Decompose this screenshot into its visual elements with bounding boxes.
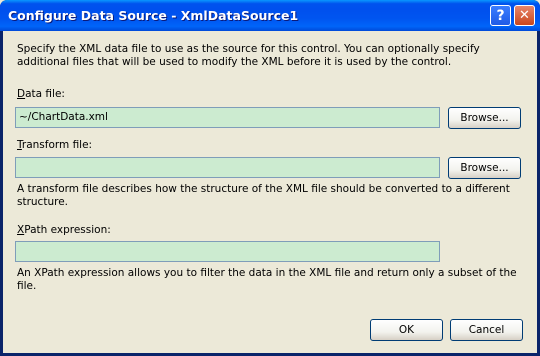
data-file-label: Data file: (17, 88, 65, 100)
help-icon: ? (496, 7, 505, 24)
close-icon: ✕ (519, 8, 530, 23)
xpath-input[interactable] (15, 241, 440, 262)
xpath-help-text: An XPath expression allows you to filter… (17, 267, 517, 292)
intro-text: Specify the XML data file to use as the … (17, 43, 480, 68)
window-title: Configure Data Source - XmlDataSource1 (8, 8, 299, 23)
dialog-body: Specify the XML data file to use as the … (3, 31, 537, 353)
ok-button[interactable]: OK (370, 319, 443, 341)
title-bar[interactable]: Configure Data Source - XmlDataSource1 ?… (0, 0, 540, 31)
transform-help-text: A transform file describes how the struc… (17, 183, 510, 208)
xpath-label: XPath expression: (17, 224, 111, 236)
transform-file-browse-button[interactable]: Browse... (448, 157, 521, 179)
transform-file-input[interactable] (15, 157, 440, 178)
cancel-button[interactable]: Cancel (450, 319, 523, 341)
transform-file-label: Transform file: (17, 139, 93, 151)
close-button[interactable]: ✕ (514, 5, 535, 26)
help-button[interactable]: ? (490, 5, 511, 26)
dialog-window: Configure Data Source - XmlDataSource1 ?… (0, 0, 540, 356)
data-file-browse-button[interactable]: Browse... (448, 107, 521, 129)
data-file-input[interactable]: ~/ChartData.xml (15, 107, 440, 128)
